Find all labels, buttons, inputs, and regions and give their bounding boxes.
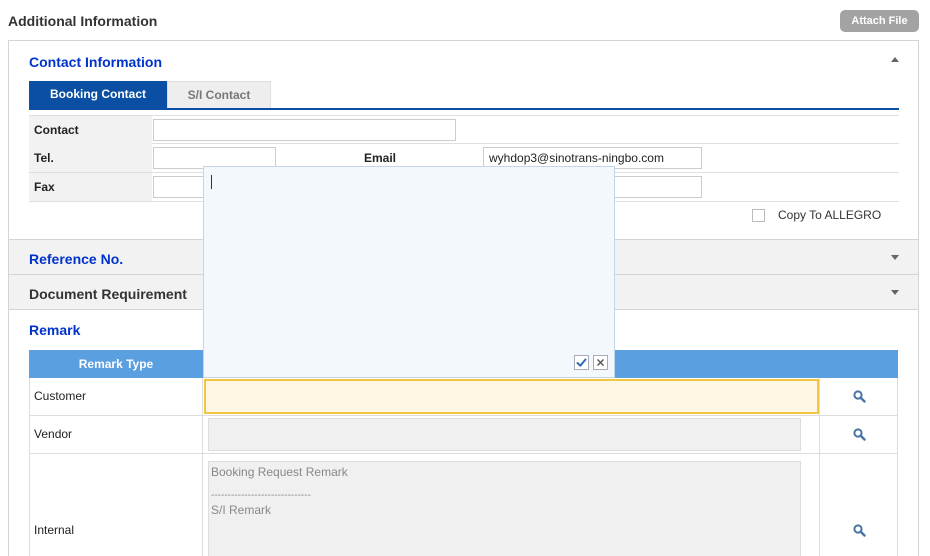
remark-type-header: Remark Type (78, 357, 154, 371)
tab-si-contact[interactable]: S/I Contact (167, 81, 271, 108)
remark-title: Remark (29, 322, 81, 338)
remark-row-customer: Customer (29, 378, 898, 416)
reference-title[interactable]: Reference No. (29, 251, 123, 267)
contact-info-title[interactable]: Contact Information (29, 54, 162, 70)
confirm-button[interactable] (574, 355, 589, 370)
si-remark-line: S/I Remark (211, 503, 272, 517)
vendor-search-cell (819, 416, 899, 453)
remark-row-internal: Internal Booking Request Remark --------… (29, 454, 898, 556)
chevron-down-icon[interactable] (891, 290, 899, 295)
remark-editor-popup[interactable] (203, 166, 615, 378)
chevron-up-icon[interactable] (891, 57, 899, 62)
document-title[interactable]: Document Requirement (29, 286, 187, 302)
page-title: Additional Information (8, 13, 158, 29)
magnifier-icon[interactable] (853, 390, 866, 403)
internal-search-cell (819, 454, 899, 556)
tel-label: Tel. (29, 144, 152, 172)
customer-label: Customer (30, 378, 203, 415)
customer-remark-field[interactable] (204, 379, 819, 414)
internal-label: Internal (30, 454, 203, 556)
customer-search-cell (819, 378, 899, 415)
vendor-label: Vendor (30, 416, 203, 453)
text-cursor (211, 175, 212, 189)
attach-file-button[interactable]: Attach File (840, 10, 919, 32)
remark-separator: ------------------------------ (211, 490, 311, 501)
contact-row: Contact (29, 115, 899, 144)
close-button[interactable] (593, 355, 608, 370)
remark-row-vendor: Vendor (29, 416, 898, 454)
fax-label: Fax (29, 173, 152, 201)
magnifier-icon[interactable] (853, 524, 866, 537)
booking-remark-line: Booking Request Remark (211, 465, 348, 479)
contact-tabs: Booking Contact S/I Contact (29, 81, 899, 110)
contact-label: Contact (29, 116, 152, 144)
copy-allegro-label: Copy To ALLEGRO (778, 208, 882, 222)
chevron-down-icon[interactable] (891, 255, 899, 260)
tab-booking-contact[interactable]: Booking Contact (29, 81, 167, 108)
magnifier-icon[interactable] (853, 428, 866, 441)
internal-remark-field[interactable]: Booking Request Remark -----------------… (208, 461, 801, 556)
check-icon (576, 358, 587, 367)
close-icon (597, 359, 604, 366)
copy-allegro-checkbox[interactable] (752, 209, 765, 222)
contact-input[interactable] (153, 119, 456, 141)
vendor-remark-field[interactable] (208, 418, 801, 451)
